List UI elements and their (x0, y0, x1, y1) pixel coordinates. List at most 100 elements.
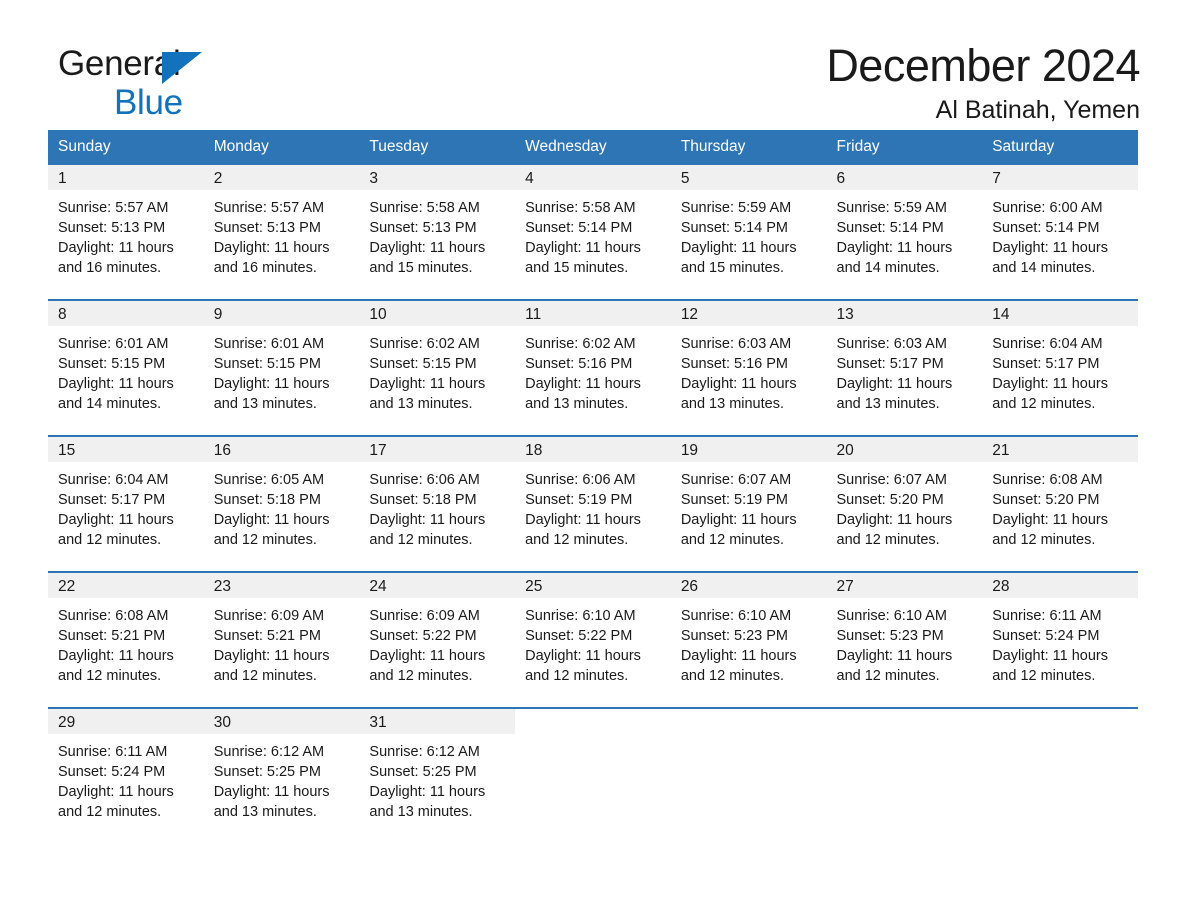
sunrise-time: Sunrise: 5:57 AM (213, 200, 325, 216)
day-number-band: 24 (359, 573, 516, 598)
day-details: Sunrise: 6:10 AM Sunset: 5:23 PM Daylight:… (671, 598, 827, 686)
sunrise-time: Sunrise: 6:09 AM (213, 608, 325, 624)
day-details: Sunrise: 6:03 AM Sunset: 5:17 PM Daylight:… (827, 326, 983, 414)
calendar-day-cell[interactable]: 27 Sunrise: 6:10 AM Sunset: 5:23 PM Dayligh… (826, 572, 983, 708)
daylight-duration: Daylight: 11 hours and 12 minutes. (213, 512, 330, 548)
sunrise-time: Sunrise: 6:01 AM (213, 336, 325, 352)
day-number: 17 (369, 442, 387, 459)
sunset-time: Sunset: 5:20 PM (836, 492, 944, 508)
sunset-time: Sunset: 5:18 PM (213, 492, 321, 508)
calendar-day-cell[interactable]: 1 Sunrise: 5:57 AM Sunset: 5:13 PM Daylight… (48, 165, 204, 300)
column-header-thursday: Thursday (670, 130, 827, 165)
calendar-day-cell[interactable]: 30 Sunrise: 6:12 AM Sunset: 5:25 PM Dayligh… (203, 708, 360, 843)
sunset-time: Sunset: 5:15 PM (58, 356, 166, 372)
day-details: Sunrise: 5:57 AM Sunset: 5:13 PM Daylight:… (204, 190, 360, 278)
calendar-day-cell[interactable]: 21 Sunrise: 6:08 AM Sunset: 5:20 PM Dayligh… (982, 436, 1138, 572)
sunset-time: Sunset: 5:22 PM (525, 628, 633, 644)
calendar-day-cell[interactable]: 29 Sunrise: 6:11 AM Sunset: 5:24 PM Dayligh… (48, 708, 204, 843)
calendar-day-cell[interactable]: 7 Sunrise: 6:00 AM Sunset: 5:14 PM Daylight… (982, 165, 1138, 300)
sunset-time: Sunset: 5:20 PM (992, 492, 1100, 508)
calendar-day-cell[interactable]: 10 Sunrise: 6:02 AM Sunset: 5:15 PM Dayligh… (359, 300, 516, 436)
calendar-day-cell[interactable]: 12 Sunrise: 6:03 AM Sunset: 5:16 PM Dayligh… (670, 300, 827, 436)
calendar-day-cell[interactable]: 13 Sunrise: 6:03 AM Sunset: 5:17 PM Dayligh… (826, 300, 983, 436)
day-number: 21 (992, 442, 1010, 459)
daylight-duration: Daylight: 11 hours and 15 minutes. (525, 240, 641, 276)
calendar-day-cell[interactable]: 3 Sunrise: 5:58 AM Sunset: 5:13 PM Daylight… (359, 165, 516, 300)
day-number-band (827, 709, 983, 734)
sunset-time: Sunset: 5:19 PM (525, 492, 633, 508)
sunrise-time: Sunrise: 5:58 AM (369, 200, 480, 216)
calendar-day-cell[interactable]: 28 Sunrise: 6:11 AM Sunset: 5:24 PM Dayligh… (982, 572, 1138, 708)
day-details: Sunrise: 6:01 AM Sunset: 5:15 PM Daylight:… (204, 326, 360, 414)
day-details: Sunrise: 6:07 AM Sunset: 5:20 PM Daylight:… (827, 462, 983, 550)
calendar-day-cell[interactable]: 23 Sunrise: 6:09 AM Sunset: 5:21 PM Dayligh… (203, 572, 360, 708)
day-number: 19 (680, 442, 699, 459)
day-number-band (982, 709, 1138, 734)
daylight-duration: Daylight: 11 hours and 13 minutes. (680, 376, 797, 412)
calendar-day-cell[interactable]: 18 Sunrise: 6:06 AM Sunset: 5:19 PM Dayligh… (515, 436, 671, 572)
calendar-day-cell[interactable]: 9 Sunrise: 6:01 AM Sunset: 5:15 PM Daylight… (203, 300, 360, 436)
brand-triangle-icon (162, 52, 202, 84)
daylight-duration: Daylight: 11 hours and 13 minutes. (213, 376, 330, 412)
daylight-duration: Daylight: 11 hours and 12 minutes. (213, 648, 330, 684)
day-number: 4 (525, 170, 534, 187)
day-details: Sunrise: 6:11 AM Sunset: 5:24 PM Daylight:… (48, 734, 204, 822)
sunset-time: Sunset: 5:14 PM (680, 220, 789, 236)
calendar-day-cell-empty (670, 708, 827, 843)
sunrise-time: Sunrise: 6:10 AM (836, 608, 947, 624)
calendar-day-cell[interactable]: 24 Sunrise: 6:09 AM Sunset: 5:22 PM Dayligh… (359, 572, 516, 708)
day-number: 20 (836, 442, 854, 459)
day-number-band: 14 (982, 301, 1138, 326)
daylight-duration: Daylight: 11 hours and 16 minutes. (213, 240, 330, 276)
calendar-day-cell[interactable]: 22 Sunrise: 6:08 AM Sunset: 5:21 PM Dayligh… (48, 572, 204, 708)
sunrise-time: Sunrise: 6:04 AM (58, 472, 169, 488)
day-number-band: 18 (515, 437, 671, 462)
column-header-friday: Friday (826, 130, 983, 165)
day-number: 8 (58, 306, 67, 323)
day-details: Sunrise: 5:59 AM Sunset: 5:14 PM Daylight:… (827, 190, 983, 278)
sunrise-time: Sunrise: 5:59 AM (836, 200, 947, 216)
calendar-day-cell[interactable]: 31 Sunrise: 6:12 AM Sunset: 5:25 PM Dayligh… (359, 708, 516, 843)
calendar-day-cell[interactable]: 15 Sunrise: 6:04 AM Sunset: 5:17 PM Dayligh… (48, 436, 204, 572)
sunrise-time: Sunrise: 6:12 AM (369, 744, 480, 760)
calendar-day-cell[interactable]: 25 Sunrise: 6:10 AM Sunset: 5:22 PM Dayligh… (515, 572, 671, 708)
calendar-day-cell[interactable]: 2 Sunrise: 5:57 AM Sunset: 5:13 PM Daylight… (203, 165, 360, 300)
day-number-band: 3 (359, 165, 516, 190)
sunset-time: Sunset: 5:15 PM (213, 356, 321, 372)
daylight-duration: Daylight: 11 hours and 12 minutes. (992, 512, 1109, 548)
calendar-day-cell[interactable]: 6 Sunrise: 5:59 AM Sunset: 5:14 PM Daylight… (826, 165, 983, 300)
sunset-time: Sunset: 5:14 PM (992, 220, 1100, 236)
sunrise-time: Sunrise: 6:08 AM (58, 608, 169, 624)
calendar-day-cell[interactable]: 17 Sunrise: 6:06 AM Sunset: 5:18 PM Dayligh… (359, 436, 516, 572)
daylight-duration: Daylight: 11 hours and 12 minutes. (992, 648, 1109, 684)
day-number: 9 (213, 306, 223, 323)
logo-text-blue: Blue (114, 83, 183, 122)
day-number: 12 (680, 306, 699, 323)
sunrise-time: Sunrise: 6:07 AM (680, 472, 792, 488)
sunset-time: Sunset: 5:13 PM (369, 220, 477, 236)
general-blue-logo[interactable]: General Blue (58, 46, 318, 126)
calendar-day-cell[interactable]: 20 Sunrise: 6:07 AM Sunset: 5:20 PM Dayligh… (826, 436, 983, 572)
sunrise-time: Sunrise: 5:59 AM (680, 200, 792, 216)
calendar-day-cell[interactable]: 4 Sunrise: 5:58 AM Sunset: 5:14 PM Daylight… (515, 165, 671, 300)
column-header-tuesday: Tuesday (359, 130, 516, 165)
day-number: 16 (213, 442, 231, 459)
day-number-band: 17 (359, 437, 516, 462)
daylight-duration: Daylight: 11 hours and 15 minutes. (369, 240, 486, 276)
daylight-duration: Daylight: 11 hours and 12 minutes. (525, 512, 641, 548)
calendar-day-cell[interactable]: 11 Sunrise: 6:02 AM Sunset: 5:16 PM Dayligh… (515, 300, 671, 436)
calendar-day-cell[interactable]: 5 Sunrise: 5:59 AM Sunset: 5:14 PM Daylight… (670, 165, 827, 300)
calendar-day-cell[interactable]: 16 Sunrise: 6:05 AM Sunset: 5:18 PM Dayligh… (203, 436, 360, 572)
calendar-day-cell[interactable]: 14 Sunrise: 6:04 AM Sunset: 5:17 PM Dayligh… (982, 300, 1138, 436)
day-number: 26 (680, 578, 699, 595)
calendar-day-cell[interactable]: 26 Sunrise: 6:10 AM Sunset: 5:23 PM Dayligh… (670, 572, 827, 708)
sunset-time: Sunset: 5:13 PM (213, 220, 321, 236)
day-details: Sunrise: 6:06 AM Sunset: 5:18 PM Daylight:… (359, 462, 515, 550)
calendar-day-cell[interactable]: 8 Sunrise: 6:01 AM Sunset: 5:15 PM Daylight… (48, 300, 204, 436)
calendar-day-cell[interactable]: 19 Sunrise: 6:07 AM Sunset: 5:19 PM Dayligh… (670, 436, 827, 572)
daylight-duration: Daylight: 11 hours and 12 minutes. (836, 648, 953, 684)
sunset-time: Sunset: 5:21 PM (213, 628, 321, 644)
day-number: 29 (58, 714, 76, 731)
sunrise-time: Sunrise: 5:58 AM (525, 200, 636, 216)
day-number: 18 (525, 442, 543, 459)
